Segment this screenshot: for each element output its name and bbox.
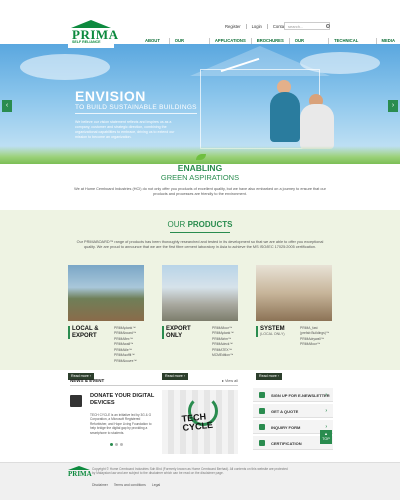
news-divider (70, 385, 238, 386)
enabling-subtitle: GREEN ASPIRATIONS (160, 173, 240, 182)
prima-logo[interactable]: PRIMA SELF RELIANCE (68, 20, 118, 48)
tech-cycle-banner[interactable]: TECH CYCLE (162, 390, 238, 454)
enabling-title: ENABLING (177, 163, 223, 173)
logo-tagline: SELF RELIANCE (72, 40, 101, 44)
product-list-system: PRIMA_fast (prefab Buildings)™ PRIMAdryw… (300, 326, 329, 348)
col-title-system: SYSTEM (LOCAL ONLY) (256, 326, 285, 337)
view-all-label: View all (224, 379, 238, 383)
get-quote-label: GET A QUOTE (271, 408, 299, 414)
read-more-button-system[interactable]: Read more › (256, 373, 282, 380)
products-intro: Our PRIMABOARD™ range of products has be… (76, 240, 324, 250)
site-footer: PRIMA Copyright © Hume Cemboard Industri… (0, 462, 400, 500)
chevron-left-icon[interactable]: ‹ (2, 100, 12, 112)
product-list-export-only: PRIMAfloor™ PRIMAplank™ PRIMAtrim™ PRIMA… (212, 326, 234, 359)
disclaimer-link[interactable]: Disclaimer (92, 483, 108, 487)
product-link[interactable]: PRIMAfloor™ (300, 342, 329, 347)
news-carousel-dots (110, 443, 123, 446)
get-quote-button[interactable]: GET A QUOTE › (253, 404, 333, 418)
product-link[interactable]: PRIMAdeck™ (212, 342, 234, 347)
chevron-right-icon: › (325, 391, 327, 398)
certificate-icon (259, 440, 265, 446)
footer-links: Disclaimer Terms and conditions Legal (92, 483, 160, 487)
products-heading-bold: PRODUCTS (187, 220, 233, 229)
product-image-system[interactable] (256, 265, 332, 321)
chevron-right-icon: › (183, 374, 185, 378)
product-link[interactable]: MCMEdition™ (212, 353, 234, 358)
col-title-note: (LOCAL ONLY) (260, 331, 285, 336)
col-title-line: EXPORT (166, 326, 191, 332)
product-link[interactable]: PRIMAlouvre™ (114, 359, 137, 364)
search-input[interactable]: search... (284, 22, 330, 30)
form-icon (259, 424, 265, 430)
footer-logo-wordmark: PRIMA (68, 470, 92, 478)
col-title-local-export: LOCAL & EXPORT (68, 326, 99, 340)
product-image-export-only[interactable] (162, 265, 238, 321)
chevron-right-icon: › (325, 407, 327, 414)
enabling-text: We at Hume Cemboard Industries (HCI) do … (74, 187, 326, 197)
chevron-right-icon: › (325, 423, 327, 430)
envelope-icon (259, 392, 265, 398)
cloud-shape (20, 54, 110, 80)
legal-link[interactable]: Legal (152, 483, 160, 487)
certification-label: CERTIFICATION (271, 440, 302, 446)
back-to-top-button[interactable]: ▲ TOP (320, 430, 332, 444)
footer-logo[interactable]: PRIMA (68, 466, 92, 479)
chevron-right-icon: › (277, 374, 279, 378)
terms-link[interactable]: Terms and conditions (114, 483, 146, 487)
read-more-label: Read more (165, 374, 183, 378)
login-link[interactable]: Login (247, 24, 268, 29)
hero-banner: ENVISION TO BUILD SUSTAINABLE BUILDINGS … (0, 44, 400, 164)
quote-icon (259, 408, 265, 414)
news-body: TECH CYCLE is an initiative led by 3G & … (90, 413, 152, 435)
site-header: PRIMA SELF RELIANCE Register Login Conta… (0, 0, 400, 48)
news-headline[interactable]: DONATE YOUR DIGITAL DEVICES (90, 393, 160, 406)
products-section: OUR PRODUCTS Our PRIMABOARD™ range of pr… (0, 210, 400, 380)
tech-cycle-text: TECH CYCLE (181, 411, 214, 433)
hero-subtitle: TO BUILD SUSTAINABLE BUILDINGS (75, 104, 197, 114)
view-all-link[interactable]: ▸ View all (222, 378, 238, 383)
newsletter-signup-button[interactable]: SIGN UP FOR E-NEWSLETTER › (253, 388, 333, 402)
col-title-line: ONLY (166, 332, 183, 339)
product-link[interactable]: PRIMAsoffit™ (114, 353, 137, 358)
product-list-local-export: PRIMAplank™ PRIMAboard™ PRIMAflex™ PRIMA… (114, 326, 137, 364)
heading-divider (170, 232, 230, 233)
products-heading: OUR PRODUCTS (0, 220, 400, 229)
carousel-dot[interactable] (110, 443, 113, 446)
carousel-dot[interactable] (120, 443, 123, 446)
news-section-title: NEWS & EVENT (70, 378, 105, 383)
product-link[interactable]: PRIMAwall™ (114, 342, 137, 347)
register-link[interactable]: Register (220, 24, 247, 29)
carousel-dot[interactable] (115, 443, 118, 446)
person-figure (300, 104, 334, 149)
footer-copyright: Copyright © Hume Cemboard Industries Sdn… (92, 467, 288, 476)
read-more-button-export-only[interactable]: Read more › (162, 373, 188, 380)
hero-title: ENVISION (75, 88, 146, 104)
col-title-export-only: EXPORT ONLY (162, 326, 191, 340)
inquiry-form-label: INQUIRY FORM (271, 424, 301, 430)
col-title-line: EXPORT (72, 332, 97, 339)
newsletter-label: SIGN UP FOR E-NEWSLETTER (271, 392, 330, 398)
device-icon (70, 395, 82, 407)
col-title-line: LOCAL & (72, 326, 99, 332)
chevron-right-icon[interactable]: › (388, 100, 398, 112)
read-more-label: Read more (259, 374, 277, 378)
back-to-top-label: TOP (322, 436, 330, 441)
product-image-local-export[interactable] (68, 265, 144, 321)
person-figure (270, 92, 300, 142)
hero-description: We believe our vision statement reflects… (75, 120, 175, 139)
products-heading-light: OUR (167, 220, 186, 229)
search-icon[interactable] (326, 24, 330, 28)
